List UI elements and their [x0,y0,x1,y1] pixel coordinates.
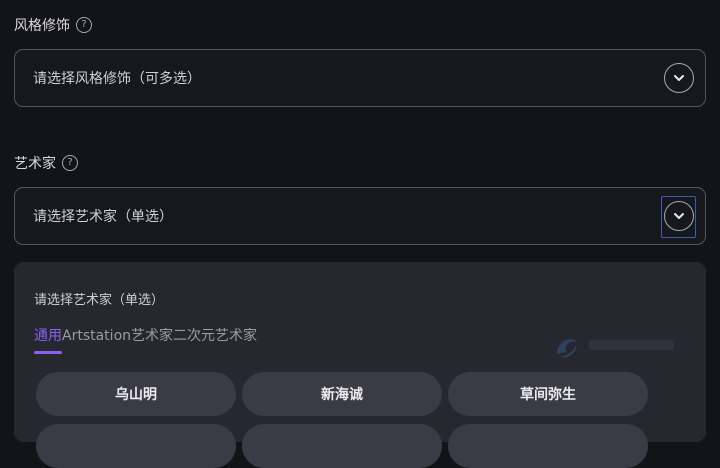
style-field-label-row: 风格修饰 ? [14,15,92,35]
artist-field-label: 艺术家 [14,156,56,172]
artist-option-partial[interactable] [242,424,442,468]
style-select-chevron-button[interactable] [664,63,694,93]
help-circle-icon[interactable]: ? [76,17,92,33]
artist-option-partial[interactable] [36,424,236,468]
artist-select-chevron-button[interactable] [664,201,694,231]
help-circle-icon[interactable]: ? [62,155,78,171]
artist-options-grid: 乌山明 新海诚 草间弥生 [36,372,648,468]
artist-option[interactable]: 乌山明 [36,372,236,416]
artist-dropdown-panel: 请选择艺术家（单选） 通用 Artstation艺术家 二次元艺术家 乌山明 新… [14,262,706,468]
style-select-placeholder: 请选择风格修饰（可多选） [33,71,201,87]
watermark-logo-icon [557,339,577,358]
artist-select-placeholder: 请选择艺术家（单选） [33,209,173,225]
artist-option[interactable]: 新海诚 [242,372,442,416]
artist-category-tabs: 通用 Artstation艺术家 二次元艺术家 [34,325,257,354]
tab-artstation-artists[interactable]: Artstation艺术家 [62,325,173,351]
artist-field-label-row: 艺术家 ? [14,153,78,173]
dropdown-title: 请选择艺术家（单选） [34,293,165,308]
chevron-down-icon [674,213,684,219]
artist-select[interactable]: 请选择艺术家（单选） [14,187,706,245]
artist-option[interactable]: 草间弥生 [448,372,648,416]
style-field-label: 风格修饰 [14,18,70,34]
chevron-down-icon [674,75,684,81]
watermark-text [589,340,674,350]
tab-general[interactable]: 通用 [34,325,62,354]
artist-option-partial[interactable] [448,424,648,468]
tab-anime-artists[interactable]: 二次元艺术家 [173,325,257,351]
style-select[interactable]: 请选择风格修饰（可多选） [14,49,706,107]
